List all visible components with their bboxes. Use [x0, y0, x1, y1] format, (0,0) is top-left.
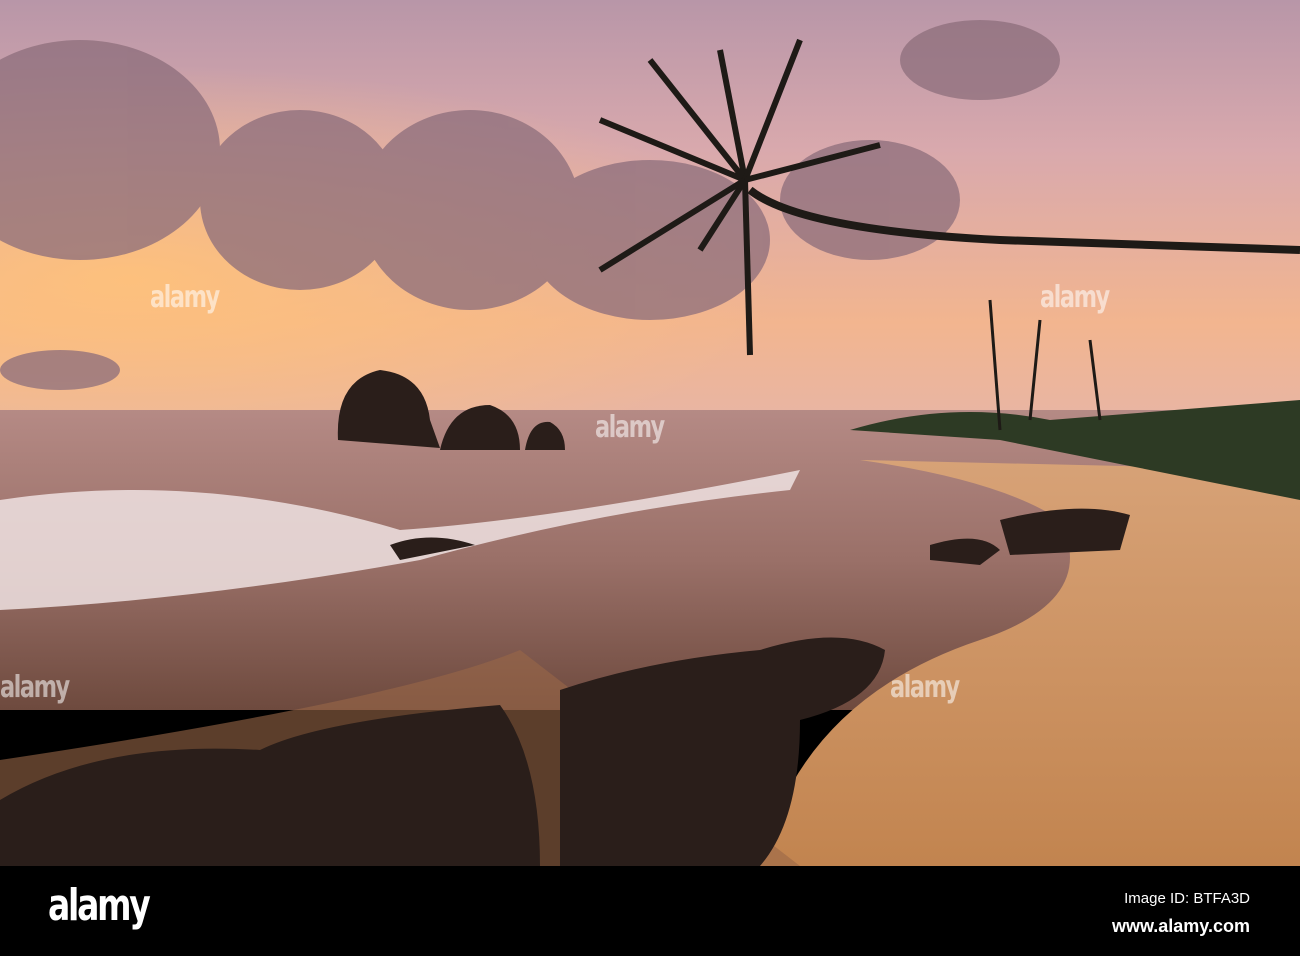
- watermark: alamy: [0, 670, 70, 705]
- watermark: alamy: [1040, 280, 1110, 315]
- watermark: alamy: [890, 670, 960, 705]
- stock-photo-page: alamy alamy alamy alamy alamy alamy Imag…: [0, 0, 1300, 956]
- image-id: Image ID: BTFA3D: [1124, 890, 1250, 907]
- alamy-logo: alamy: [48, 880, 151, 931]
- footer-bar: alamy Image ID: BTFA3D www.alamy.com: [0, 866, 1300, 956]
- site-url[interactable]: www.alamy.com: [1112, 916, 1250, 937]
- watermark: alamy: [150, 280, 220, 315]
- watermark: alamy: [595, 410, 665, 445]
